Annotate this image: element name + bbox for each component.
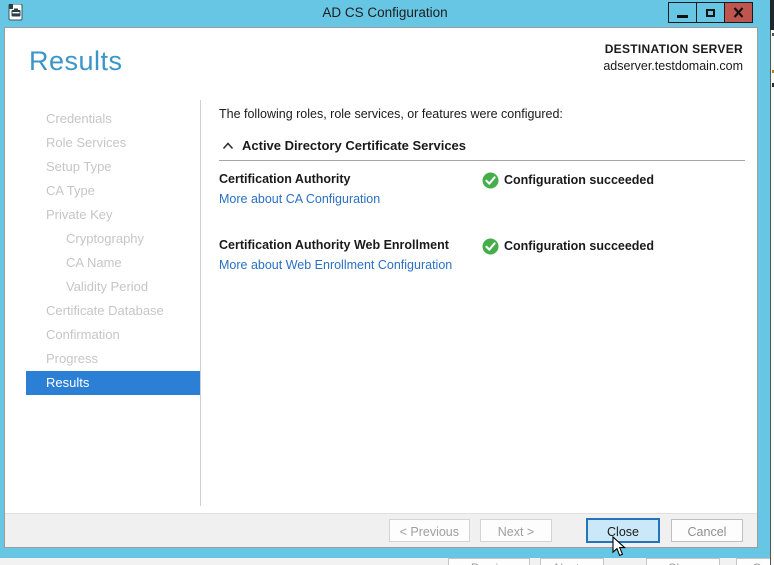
next-button: Next > [480, 519, 552, 542]
result-name: Certification Authority Web Enrollment [219, 238, 482, 252]
status-text: Configuration succeeded [504, 239, 654, 253]
page-title: Results [29, 46, 123, 77]
status-text: Configuration succeeded [504, 173, 654, 187]
window-controls [669, 2, 753, 23]
sidebar-item-progress: Progress [5, 347, 200, 371]
sidebar-item-certificate-database: Certificate Database [5, 299, 200, 323]
success-check-icon [482, 172, 499, 189]
previous-button: < Previous [389, 519, 470, 542]
group-divider [219, 160, 745, 161]
result-row-web-enrollment: Certification Authority Web Enrollment M… [219, 238, 745, 272]
sidebar-item-validity-period: Validity Period [5, 275, 200, 299]
sidebar-item-role-services: Role Services [5, 131, 200, 155]
sidebar-item-private-key: Private Key [5, 203, 200, 227]
adcs-configuration-dialog: AD CS Configuration Results DESTINATION … [0, 0, 770, 558]
maximize-icon [706, 9, 715, 17]
dialog-body: Results DESTINATION SERVER adserver.test… [4, 27, 758, 548]
background-window-right-edge [770, 0, 774, 565]
window-title: AD CS Configuration [0, 5, 770, 20]
background-previous-button: < Previous [448, 558, 530, 565]
results-panel: The following roles, role services, or f… [201, 28, 759, 507]
result-name: Certification Authority [219, 172, 482, 186]
sidebar-item-cryptography: Cryptography [5, 227, 200, 251]
intro-text: The following roles, role services, or f… [219, 107, 745, 121]
minimize-icon [677, 15, 688, 18]
success-check-icon [482, 238, 499, 255]
sidebar-item-credentials: Credentials [5, 107, 200, 131]
background-next-button: Next > [540, 558, 604, 565]
background-cancel-button: Cancel [736, 558, 774, 565]
sidebar-item-ca-name: CA Name [5, 251, 200, 275]
cancel-button[interactable]: Cancel [671, 519, 743, 542]
sidebar-item-results[interactable]: Results [26, 371, 200, 395]
result-row-ca: Certification Authority More about CA Co… [219, 172, 745, 206]
close-window-button[interactable] [724, 2, 753, 23]
more-about-ca-link[interactable]: More about CA Configuration [219, 192, 482, 206]
background-close-button: Close [646, 558, 720, 565]
close-icon [733, 7, 744, 18]
sidebar-item-ca-type: CA Type [5, 179, 200, 203]
role-group-header: Active Directory Certificate Services [219, 138, 745, 153]
role-group-title: Active Directory Certificate Services [242, 138, 466, 153]
collapse-chevron-icon[interactable] [222, 142, 234, 150]
title-bar[interactable]: AD CS Configuration [0, 0, 770, 27]
minimize-button[interactable] [668, 2, 697, 23]
maximize-button[interactable] [696, 2, 725, 23]
more-about-web-enrollment-link[interactable]: More about Web Enrollment Configuration [219, 258, 482, 272]
wizard-button-bar: < Previous Next > Close Cancel [5, 513, 757, 547]
wizard-step-list: Credentials Role Services Setup Type CA … [5, 107, 200, 395]
sidebar-item-setup-type: Setup Type [5, 155, 200, 179]
mouse-cursor [612, 536, 627, 558]
sidebar-item-confirmation: Confirmation [5, 323, 200, 347]
